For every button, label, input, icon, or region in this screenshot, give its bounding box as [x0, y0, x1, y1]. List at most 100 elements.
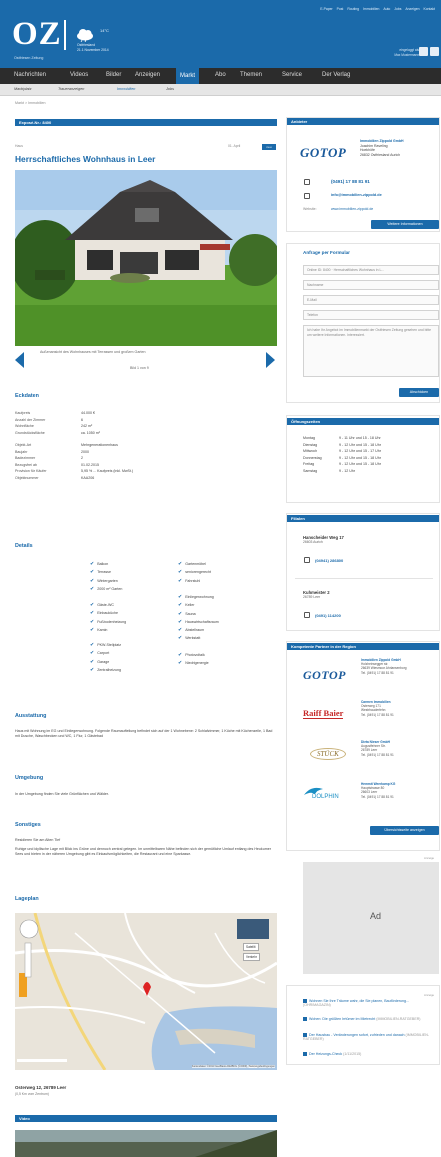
details-col1-group2: Gäste-WC Einbauküche Fußbodenheizung Kam… [90, 601, 126, 634]
news-item[interactable]: Wohnen Sie Ihre Träume wahr, die Sie pla… [303, 999, 437, 1008]
anbieter-email[interactable]: info@immobilien-zippold.de [331, 193, 382, 197]
details-col1-group3: PKW-Stellplatz Carport Garage Zentralhei… [90, 641, 121, 674]
next-image-arrow-icon[interactable] [266, 352, 275, 368]
top-link[interactable]: Anzeigen [405, 7, 419, 11]
more-info-button[interactable]: Weitere Informationen [371, 220, 439, 229]
kv-key: Objektnummer [15, 475, 39, 480]
news-item[interactable]: Der Hausbau - Veränderungen sofort, zufr… [303, 1033, 437, 1042]
feature-item: Zentralheizung [90, 668, 121, 672]
partner-overview-button[interactable]: Übersichtsseite anzeigen [370, 826, 439, 835]
video-thumbnail-image [15, 1130, 277, 1157]
news-source: (OHR/MAGAZIN) [303, 1003, 331, 1008]
article-icon [303, 1017, 307, 1022]
email-field[interactable]: E-Mail [303, 295, 439, 305]
feature-item: Terrasse [90, 570, 111, 574]
ad-label: Anzeige [424, 856, 435, 860]
oeffnungszeiten-heading: Öffnungszeiten [287, 418, 439, 425]
partner-phone: Tel. (0491) 17 88 81 91 [361, 752, 394, 757]
nav-item[interactable]: Videos [70, 72, 88, 78]
top-link[interactable]: Post [337, 7, 344, 11]
kv-key: Badezimmer [15, 456, 36, 461]
kv-key: Provision für Käufer [15, 469, 47, 474]
subnav-item-active[interactable]: Immobilien [117, 87, 135, 91]
nav-item[interactable]: Der Verlag [322, 72, 350, 78]
user-name[interactable]: Max Mustermann [394, 53, 419, 58]
news-title[interactable]: Wohnen Sie Ihre Träume wahr, die Sie pla… [309, 999, 409, 1003]
partner-logo-raiff[interactable]: Raiff Baier [303, 708, 344, 719]
details-col2-group2: Einliegerwohnung Keller Sauna Hauswirtsc… [178, 593, 219, 643]
kv-key: Baujahr [15, 449, 28, 454]
map-terms-link[interactable]: Nutzungsbedingungen [249, 1065, 275, 1068]
hours-time: 9 - 12 Uhr und 15 - 17 Uhr [339, 449, 381, 454]
top-link[interactable]: E-Paper [320, 7, 332, 11]
news-title[interactable]: Der Heizungs-Check [309, 1052, 342, 1056]
ausstattung-text: Haus mit Wohnung im EG und Einliegerwohn… [15, 729, 273, 739]
map-traffic-toggle[interactable]: Verkehr [243, 953, 260, 961]
nav-item[interactable]: Bilder [106, 72, 121, 78]
news-title[interactable]: Wohen: Die größten Irrtümer im Mietrecht [309, 1017, 375, 1021]
message-textarea[interactable]: Ich habe Ihr Angebot im Immobilienmarkt … [303, 325, 439, 377]
feature-item: Hauswirtschaftsraum [178, 620, 219, 624]
partner-line: 26639 Wiesmoor Ahrlansenborg [361, 666, 407, 671]
top-link[interactable]: Auto [383, 7, 390, 11]
site-logo[interactable]: OZ [12, 18, 62, 51]
prev-image-arrow-icon[interactable] [15, 352, 24, 368]
ad-text: Ad [370, 911, 382, 921]
partner-logo-dolphin[interactable]: DOLPHIN [312, 794, 339, 800]
subnav-item[interactable]: Jobs [166, 87, 174, 91]
nav-item-active[interactable]: Markt [176, 68, 199, 84]
kv-value: KAA206 [81, 475, 95, 480]
mail-icon[interactable] [430, 47, 439, 56]
eckdaten-group-1: Kaufpreis 44.000 € Anzahl der Zimmer 6 Woh… [15, 410, 100, 436]
anbieter-web[interactable]: www.immobilien-zippold.de [331, 207, 373, 212]
feature-item: Fußbodenheizung [90, 620, 126, 624]
top-link[interactable]: Jobs [394, 7, 401, 11]
nav-item[interactable]: Anzeigen [135, 72, 160, 78]
lastname-field[interactable]: Nachname [303, 280, 439, 290]
anbieter-phone[interactable]: (0491) 17 88 81 91 [331, 179, 370, 184]
top-link[interactable]: Immobilien [363, 7, 379, 11]
kv-key: Kaufpreis [15, 411, 31, 415]
hours-row: Montag 9 - 11 Uhr und 15 - 18 Uhr [303, 435, 381, 442]
hours-day: Freitag [303, 462, 315, 467]
news-item[interactable]: Wohen: Die größten Irrtümer im Mietrecht… [303, 1017, 437, 1022]
top-link[interactable]: Routing [347, 7, 359, 11]
breadcrumb[interactable]: Markt > Immobilien [15, 101, 45, 105]
weather-temp: 14°C [100, 28, 109, 33]
nav-item[interactable]: Nachrichten [14, 72, 46, 78]
phone-icon [304, 557, 310, 563]
phone-field[interactable]: Telefon [303, 310, 439, 320]
nav-item[interactable]: Themen [240, 72, 262, 78]
kv-row: Baujahr 2000 [15, 449, 89, 456]
anbieter-logo[interactable]: GOTOP [300, 145, 346, 161]
kv-value: 2 [81, 456, 83, 461]
user-icon[interactable] [419, 47, 428, 56]
partner-logo-stueck[interactable]: STÜCK [310, 748, 346, 760]
subnav-item[interactable]: Marktplatz [14, 87, 32, 91]
logo-subtitle: Ostfriesen Zeitung [14, 56, 44, 60]
top-link[interactable]: Kontakt [424, 7, 436, 11]
video-player[interactable] [15, 1130, 277, 1157]
location-map[interactable]: Satellit Verkehr Kartendaten ©2013 GeoBa… [15, 913, 277, 1070]
news-item[interactable]: Der Heizungs-Check (1/11/2015) [303, 1052, 437, 1057]
map-satellite-toggle[interactable]: Satellit [243, 943, 259, 951]
subnav-item[interactable]: Traueranzeigen [58, 87, 84, 91]
filialen-heading: Filialen [287, 515, 439, 522]
filiale-2-phone[interactable]: (0491) 114200 [315, 613, 341, 618]
filiale-1-phone[interactable]: (04941) 286800 [315, 558, 343, 563]
nav-item[interactable]: Abo [215, 72, 226, 78]
kv-key: Wohnfläche [15, 424, 34, 429]
kv-row: Kaufpreis 44.000 € [15, 410, 95, 417]
mail-icon [304, 193, 310, 199]
partner-info: Carmen Immobilien Osterweg 171 Westrhaud… [361, 700, 394, 717]
site-header: E-Paper Post Routing Immobilien Auto Job… [0, 0, 441, 68]
submit-button[interactable]: Abschicken [399, 388, 439, 397]
nav-item[interactable]: Service [282, 72, 302, 78]
listing-photo[interactable] [15, 170, 277, 346]
weather-date: 21.1 November 2014 [77, 48, 109, 52]
kv-key: Objekt-Art [15, 443, 32, 447]
partner-logo-gotop[interactable]: GOTOP [303, 668, 346, 683]
news-title[interactable]: Der Hausbau - Veränderungen sofort, zufr… [309, 1033, 405, 1037]
subject-field[interactable]: Online ID: 8400 · Herrschaftliches Wohnh… [303, 265, 439, 275]
map-distance: (0,5 Km vom Zentrum) [15, 1092, 49, 1096]
